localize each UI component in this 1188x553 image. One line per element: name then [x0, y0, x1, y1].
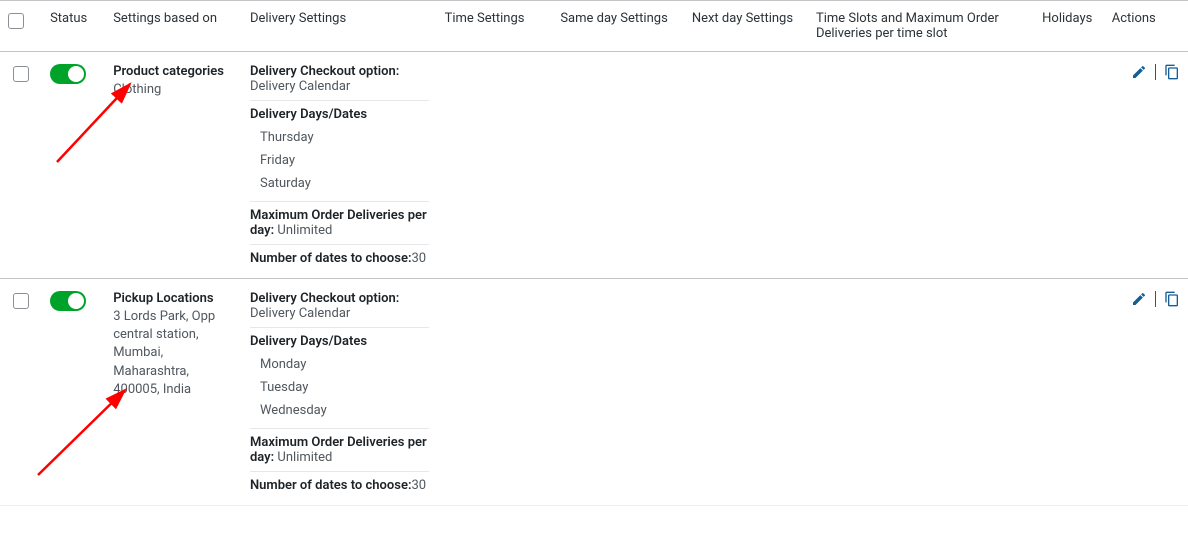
num-dates-value: 30: [411, 251, 426, 266]
header-time: Time Settings: [437, 1, 553, 52]
status-toggle[interactable]: [50, 64, 86, 84]
edit-icon[interactable]: [1131, 291, 1147, 307]
basis-title: Product categories: [113, 64, 234, 79]
delivery-checkout-value: Delivery Calendar: [250, 79, 350, 94]
table-row: Product categories Clothing Delivery Check…: [0, 52, 1188, 279]
action-divider: [1155, 291, 1156, 307]
delivery-settings-cell: Delivery Checkout option:Delivery Calend…: [242, 52, 437, 279]
action-divider: [1155, 64, 1156, 80]
header-delivery: Delivery Settings: [242, 1, 437, 52]
max-per-day-value: Unlimited: [277, 450, 332, 465]
header-sameday: Same day Settings: [552, 1, 684, 52]
delivery-settings-cell: Delivery Checkout option:Delivery Calend…: [242, 279, 437, 506]
row-checkbox[interactable]: [13, 66, 29, 82]
select-all-checkbox[interactable]: [8, 13, 24, 29]
num-dates-label: Number of dates to choose:: [250, 478, 412, 493]
row-checkbox[interactable]: [13, 293, 29, 309]
delivery-settings-table: Status Settings based on Delivery Settin…: [0, 0, 1188, 506]
delivery-day: Wednesday: [260, 399, 429, 422]
status-toggle[interactable]: [50, 291, 86, 311]
header-checkbox-cell: [0, 1, 42, 52]
header-nextday: Next day Settings: [684, 1, 808, 52]
header-holidays: Holidays: [1034, 1, 1104, 52]
header-status: Status: [42, 1, 105, 52]
max-per-day-value: Unlimited: [277, 223, 332, 238]
num-dates-label: Number of dates to choose:: [250, 251, 412, 266]
delivery-day: Tuesday: [260, 376, 429, 399]
edit-icon[interactable]: [1131, 64, 1147, 80]
delivery-day: Friday: [260, 149, 429, 172]
delivery-day: Thursday: [260, 126, 429, 149]
basis-title: Pickup Locations: [113, 291, 234, 306]
delivery-checkout-label: Delivery Checkout option:: [250, 291, 399, 306]
table-row: Pickup Locations 3 Lords Park, Opp centra…: [0, 279, 1188, 506]
copy-icon[interactable]: [1164, 291, 1180, 307]
delivery-day: Saturday: [260, 172, 429, 195]
header-basis: Settings based on: [105, 1, 242, 52]
delivery-checkout-label: Delivery Checkout option:: [250, 64, 399, 79]
basis-sub: Clothing: [113, 81, 234, 99]
delivery-checkout-value: Delivery Calendar: [250, 306, 350, 321]
basis-sub: 3 Lords Park, Opp central station, Mumba…: [113, 308, 234, 399]
delivery-day: Monday: [260, 353, 429, 376]
actions-cell: [1112, 291, 1180, 307]
copy-icon[interactable]: [1164, 64, 1180, 80]
num-dates-value: 30: [411, 478, 426, 493]
header-slots: Time Slots and Maximum Order Deliveries …: [808, 1, 1034, 52]
actions-cell: [1112, 64, 1180, 80]
delivery-days-label: Delivery Days/Dates: [250, 107, 367, 122]
header-actions: Actions: [1104, 1, 1188, 52]
delivery-days-label: Delivery Days/Dates: [250, 334, 367, 349]
